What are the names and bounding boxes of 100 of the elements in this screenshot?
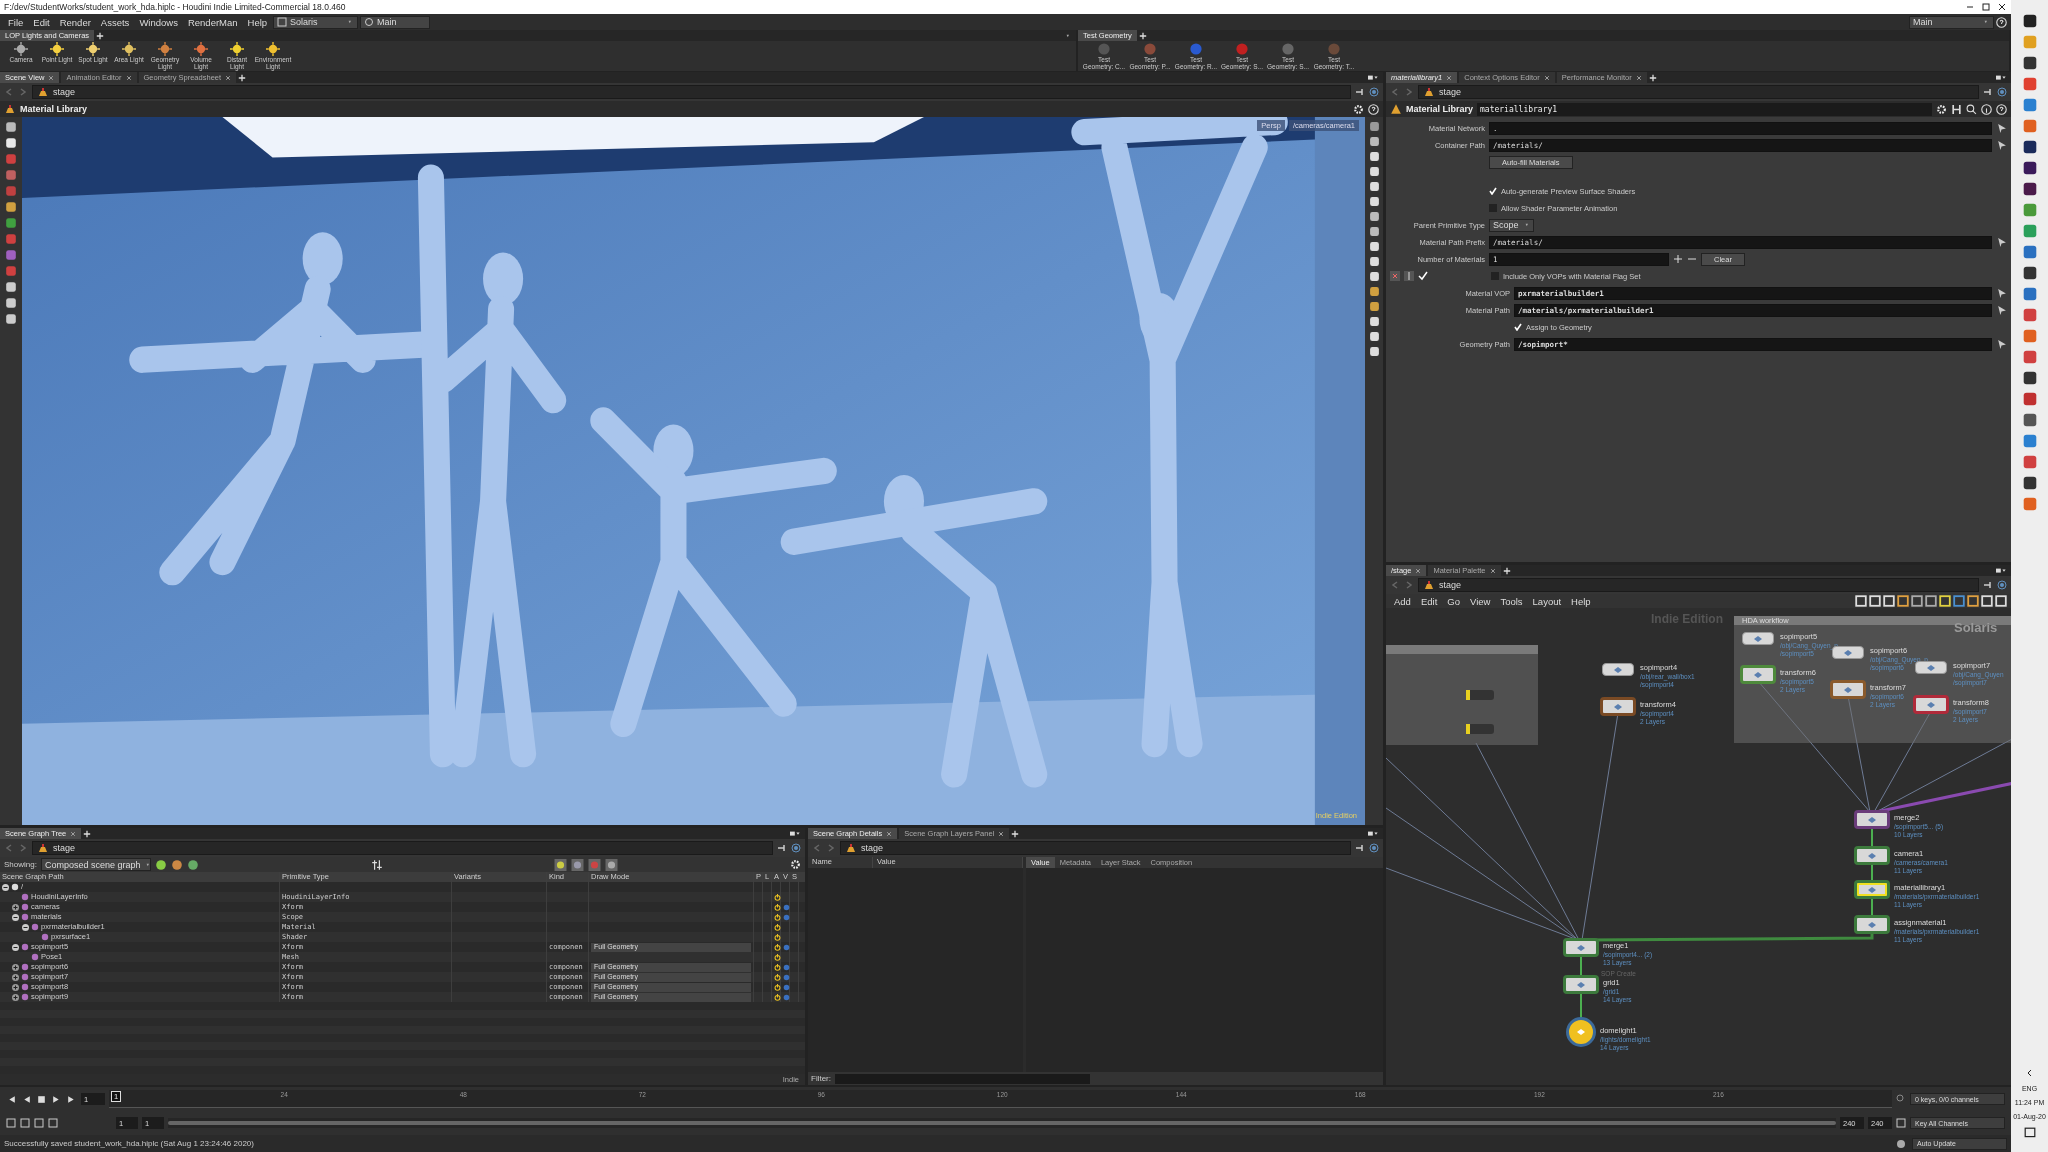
add-tab-icon[interactable] [238,73,247,82]
tool-icon[interactable] [5,121,17,133]
target-icon[interactable] [1369,843,1379,853]
network-tool-icon[interactable] [1953,595,1965,607]
app-icon[interactable] [2022,56,2037,70]
tool-icon[interactable] [1368,301,1380,312]
light-icon[interactable] [194,42,208,56]
menu-item[interactable]: Help [1567,595,1595,607]
power-icon[interactable] [774,913,781,921]
tool-icon[interactable] [1368,331,1380,342]
app-icon[interactable] [2022,14,2037,28]
add-icon[interactable] [1673,254,1683,264]
display-icon[interactable] [605,858,619,871]
expand-toggle[interactable] [12,903,19,911]
pin-icon[interactable] [1983,580,1993,590]
filter-icon[interactable] [154,858,167,871]
power-icon[interactable] [774,953,781,961]
expand-toggle[interactable] [12,963,19,971]
filter-field[interactable] [835,1073,1090,1084]
close-icon[interactable] [1997,2,2007,12]
pane-menu-icon[interactable] [787,829,801,838]
select-icon[interactable] [1996,122,2007,134]
add-tab-icon[interactable] [96,31,105,40]
play-icon[interactable] [51,1093,62,1105]
help-icon[interactable] [1996,16,2007,28]
tool-icon[interactable] [5,137,17,149]
tool-icon[interactable] [5,297,17,309]
step-icon[interactable] [21,1093,32,1105]
menu-item[interactable]: File [4,16,28,28]
app-icon[interactable] [2022,266,2037,280]
expand-toggle[interactable] [12,993,19,1001]
step-icon[interactable] [6,1093,17,1105]
power-icon[interactable] [774,893,781,901]
power-icon[interactable] [774,993,781,1001]
checkbox[interactable] [1514,323,1522,331]
tool-icon[interactable] [1368,196,1380,207]
checkbox[interactable] [1489,204,1497,212]
select-icon[interactable] [1996,338,2007,350]
network-node[interactable] [1854,846,1890,865]
menu-item[interactable]: Edit [29,16,54,28]
network-node[interactable] [1600,697,1636,716]
menu-item[interactable]: RenderMan [183,16,242,28]
expand-toggle[interactable] [22,923,29,931]
target-icon[interactable] [1997,580,2007,590]
power-icon[interactable] [774,923,781,931]
network-node[interactable] [1563,938,1599,957]
add-tab-icon[interactable] [1138,31,1147,40]
network-tool-icon[interactable] [1897,595,1909,607]
add-tab-icon[interactable] [1502,566,1511,575]
display-icon[interactable] [571,858,585,871]
menu-item[interactable]: Assets [96,16,134,28]
app-icon[interactable] [2022,371,2037,385]
pin-icon[interactable] [777,843,787,853]
target-icon[interactable] [1369,87,1379,97]
network-node[interactable] [1563,975,1599,994]
type-dropdown[interactable]: Scope [1489,218,1534,232]
tool-icon[interactable] [5,201,17,213]
tool-icon[interactable] [1368,256,1380,267]
power-icon[interactable] [774,903,781,911]
expand-toggle[interactable] [12,973,19,981]
expand-toggle[interactable] [2,883,9,891]
zoom-icon[interactable] [1896,1094,1906,1104]
network-node[interactable] [1830,680,1866,699]
path-field[interactable]: stage [1418,85,1979,99]
network-node[interactable] [1913,695,1949,714]
tool-icon[interactable] [1368,226,1380,237]
pane-menu-icon[interactable] [1993,566,2007,575]
tool-icon[interactable] [1368,121,1380,132]
tool-icon[interactable] [5,281,17,293]
context-dropdown[interactable]: Main [360,15,431,29]
node-name-field[interactable]: materiallibrary1 [1477,102,1932,116]
help-icon[interactable] [1368,103,1379,115]
target-icon[interactable] [791,843,801,853]
add-tab-icon[interactable] [1011,829,1020,838]
path-field[interactable]: stage [32,85,1351,99]
checkbox[interactable] [1489,187,1497,195]
menu-item[interactable]: Layout [1528,595,1566,607]
light-icon[interactable] [86,42,100,56]
network-node[interactable] [1602,663,1634,676]
power-icon[interactable] [774,963,781,971]
pane-menu-icon[interactable] [1365,829,1379,838]
pin-icon[interactable] [1983,87,1993,97]
menu-item[interactable]: Render [55,16,95,28]
menu-item[interactable]: View [1465,595,1495,607]
network-node[interactable] [1740,665,1776,684]
power-icon[interactable] [774,983,781,991]
network-tool-icon[interactable] [1911,595,1923,607]
light-icon[interactable] [266,42,280,56]
light-icon[interactable] [158,42,172,56]
select-icon[interactable] [1996,287,2007,299]
filter-icon[interactable] [186,858,199,871]
menu-item[interactable]: Go [1443,595,1464,607]
network-node[interactable] [1854,880,1890,899]
tool-icon[interactable] [1368,181,1380,192]
info-icon[interactable] [1981,103,1992,115]
light-icon[interactable] [50,42,64,56]
step-icon[interactable] [66,1093,77,1105]
tool-icon[interactable] [5,313,17,325]
help-icon[interactable] [1996,103,2007,115]
tool-icon[interactable] [1368,271,1380,282]
